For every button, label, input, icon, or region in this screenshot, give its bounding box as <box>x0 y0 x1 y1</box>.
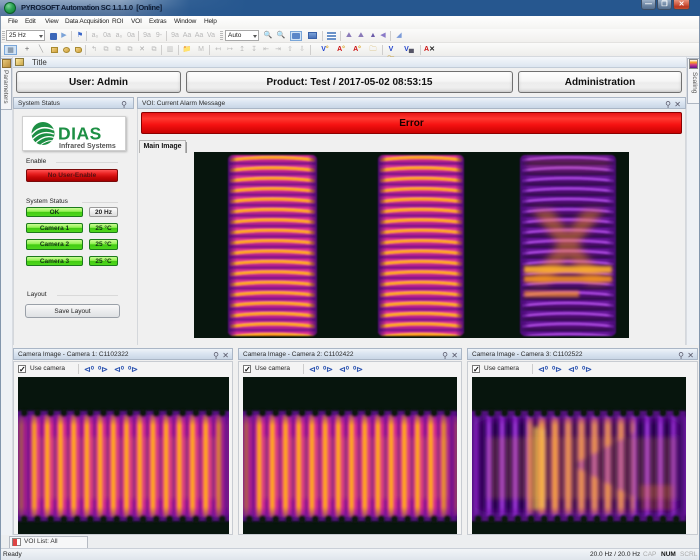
svg-text:Infrared Systems: Infrared Systems <box>59 143 116 150</box>
svg-text:DIAS: DIAS <box>58 124 102 144</box>
